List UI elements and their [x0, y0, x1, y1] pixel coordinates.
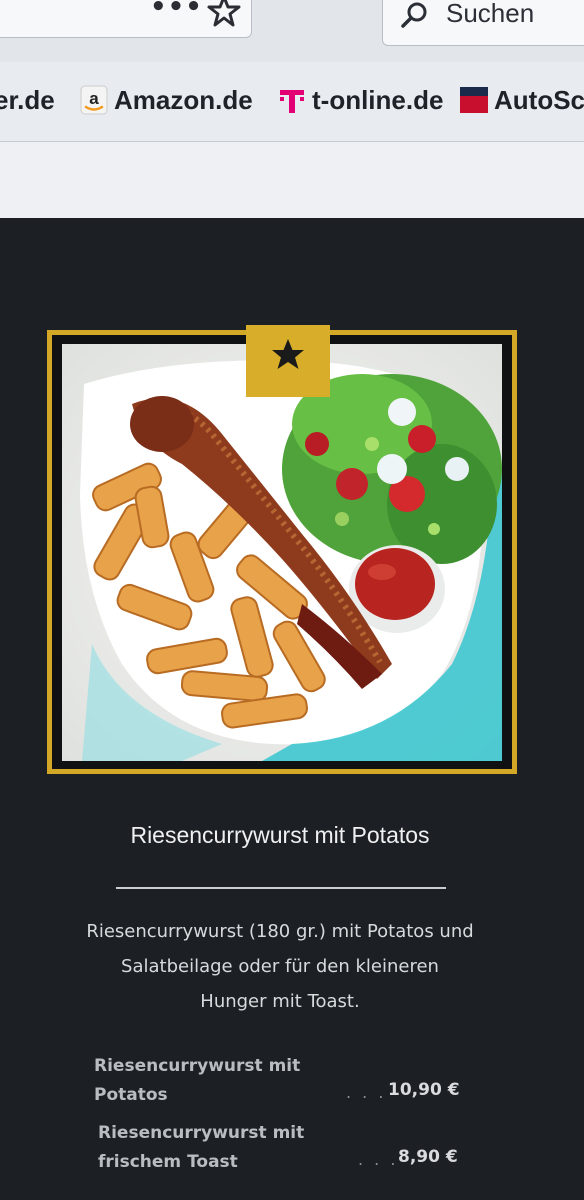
price-row[interactable]: Riesencurrywurst mit frischem Toast . . … [98, 1119, 478, 1179]
telekom-t-icon [280, 90, 304, 113]
price-item-name: Riesencurrywurst mit Potatos [94, 1052, 324, 1110]
bookmark-label: Amazon.de [114, 84, 253, 115]
more-dots-icon[interactable]: ••• [150, 0, 203, 22]
bookmark-item[interactable]: er.de [0, 80, 55, 120]
autoscout-logo-icon [460, 87, 488, 113]
price-item-name-line: Riesencurrywurst mit [94, 1056, 301, 1076]
browser-toolbar: ••• Suchen [0, 0, 584, 62]
price-item-name: Riesencurrywurst mit frischem Toast [98, 1119, 328, 1177]
price-item-name-line: Riesencurrywurst mit [98, 1123, 305, 1143]
star-icon [272, 339, 304, 369]
price-row[interactable]: Riesencurrywurst mit Potatos . . . 10,90… [94, 1052, 474, 1112]
price-value: 8,90 € [398, 1147, 458, 1167]
bookmark-autoscout[interactable]: AutoSc [460, 80, 584, 120]
price-item-name-line: Potatos [94, 1085, 168, 1105]
search-placeholder: Suchen [446, 0, 535, 28]
description-line: Riesencurrywurst (180 gr.) mit Potatos u… [86, 921, 474, 942]
product-description: Riesencurrywurst (180 gr.) mit Potatos u… [48, 914, 512, 1019]
bookmark-amazon[interactable]: a Amazon.de [80, 80, 253, 120]
product-title: Riesencurrywurst mit Potatos [130, 822, 430, 848]
divider [116, 887, 446, 889]
bookmark-t-online[interactable]: t-online.de [278, 80, 443, 120]
browser-content-top [0, 142, 584, 218]
price-leader-dots: . . . [358, 1150, 399, 1169]
amazon-logo-icon: a [80, 85, 108, 115]
bookmark-label: AutoSc [494, 84, 584, 115]
menu-page: Riesencurrywurst mit Potatos Riesencurry… [0, 218, 584, 1200]
svg-text:a: a [89, 89, 99, 108]
featured-badge [246, 325, 330, 397]
search-icon [401, 2, 427, 28]
star-outline-icon[interactable] [206, 0, 242, 28]
price-item-name-line: frischem Toast [98, 1152, 238, 1172]
bookmark-label: er.de [0, 84, 55, 115]
price-leader-dots: . . . [346, 1083, 387, 1102]
price-value: 10,90 € [388, 1080, 460, 1100]
description-line: Hunger mit Toast. [200, 991, 360, 1012]
description-line: Salatbeilage oder für den kleineren [121, 956, 439, 977]
bookmarks-bar: er.de a Amazon.de t-online.de AutoSc [0, 62, 584, 142]
product-photo [62, 344, 502, 761]
bookmark-label: t-online.de [312, 84, 444, 115]
